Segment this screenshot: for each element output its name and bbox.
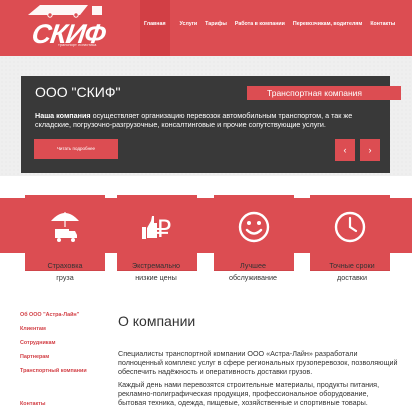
content-paragraph: Каждый день нами перевозятся строительны…: [118, 380, 380, 408]
svg-text:₽: ₽: [156, 216, 171, 243]
feature-label-delivery-time: Точные сроки доставки: [329, 261, 375, 282]
main-nav: Главная Услуги Тарифы Работа в компании …: [140, 0, 399, 56]
content-paragraph: Специалисты транспортной компании ООО «А…: [118, 349, 398, 377]
feature-label-insurance: Страховка груза: [47, 261, 83, 282]
logo-subtitle: транспорт логистика: [58, 42, 97, 47]
sidebar-item-about[interactable]: Об ООО "Астра-Лайн": [20, 312, 110, 318]
sidebar-item-partners[interactable]: Партнерам: [20, 354, 110, 360]
nav-home[interactable]: Главная: [140, 0, 170, 56]
main-content: О компании Специалисты транспортной комп…: [118, 313, 398, 408]
sidebar-item-employees[interactable]: Сотрудникам: [20, 340, 110, 346]
umbrella-truck-icon: [51, 212, 79, 242]
feature-label-service: Лучшее обслуживание: [228, 261, 278, 282]
features-section: ₽ Страховка груза Экстремально низкие цены…: [0, 176, 412, 296]
smiley-icon: [238, 211, 270, 243]
nav-carriers[interactable]: Перевозчикам, водителям: [289, 0, 366, 56]
slider-prev-button[interactable]: ‹: [335, 139, 355, 161]
site-header: СКИФ транспорт логистика Главная Услуги …: [0, 0, 412, 56]
page-title: О компании: [118, 313, 196, 329]
logo[interactable]: СКИФ транспорт логистика: [10, 2, 120, 50]
sidebar-item-transport[interactable]: Транспортный компании: [20, 368, 110, 374]
nav-services[interactable]: Услуги: [176, 0, 202, 56]
read-more-button[interactable]: Читать подробнее: [34, 139, 118, 159]
nav-tariffs[interactable]: Тарифы: [201, 0, 231, 56]
sidebar-item-contacts[interactable]: Контакты: [20, 401, 45, 407]
hero-text-bold: Наша компания: [35, 111, 91, 120]
hero-section: ООО "СКИФ" Транспортная компания Наша ко…: [0, 56, 412, 176]
hero-title: ООО "СКИФ": [35, 84, 121, 100]
sidebar: Об ООО "Астра-Лайн" Клиентам Сотрудникам…: [20, 312, 110, 382]
clock-icon: [334, 211, 366, 243]
feature-label-low-prices: Экстремально низкие цены: [131, 261, 181, 282]
nav-contacts[interactable]: Контакты: [366, 0, 399, 56]
thumbs-ruble-icon: ₽: [142, 216, 171, 243]
hero-panel: ООО "СКИФ" Транспортная компания Наша ко…: [21, 76, 401, 173]
hero-text: Наша компания осуществляет организацию п…: [35, 111, 377, 130]
sidebar-item-clients[interactable]: Клиентам: [20, 326, 110, 332]
nav-careers[interactable]: Работа в компании: [231, 0, 289, 56]
slider-next-button[interactable]: ›: [360, 139, 380, 161]
hero-tag: Транспортная компания: [247, 86, 401, 100]
